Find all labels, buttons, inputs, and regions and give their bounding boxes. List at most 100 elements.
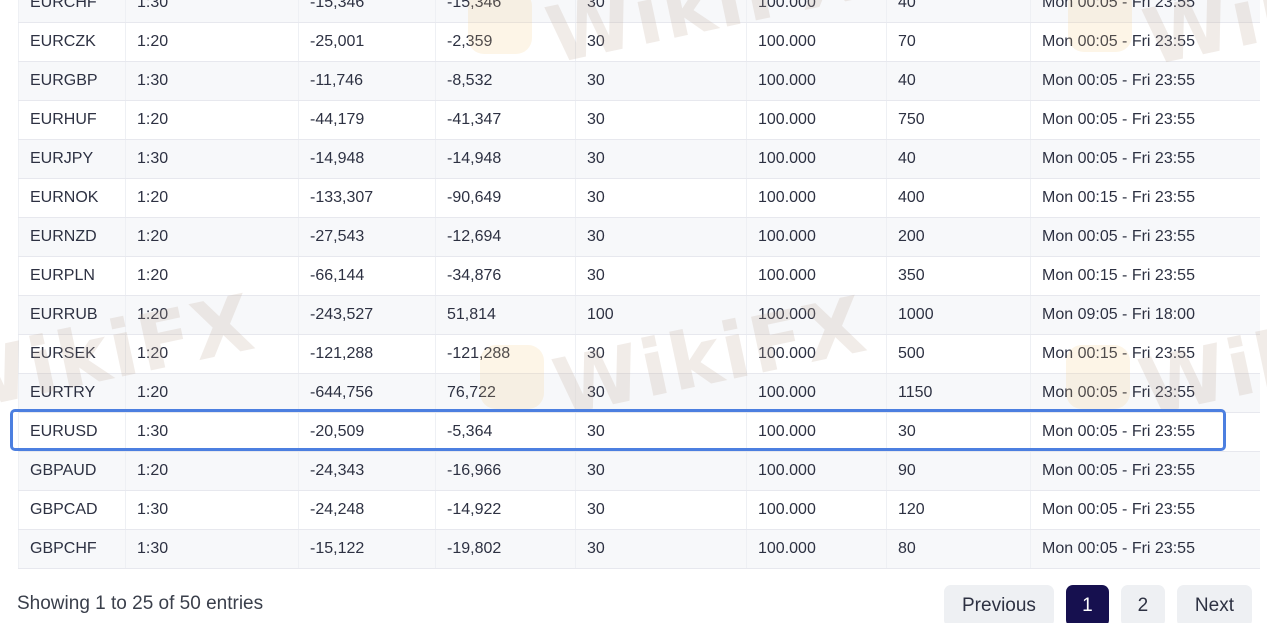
cell-swap-short: -90,649 xyxy=(435,178,576,218)
cell-spread: 1150 xyxy=(886,373,1031,413)
table-row[interactable]: EURHUF 1:20 -44,179 -41,347 30 100.000 750 Mon … xyxy=(18,100,1260,140)
cell-margin: 30 xyxy=(575,61,747,101)
table-row[interactable]: EURUSD 1:30 -20,509 -5,364 30 100.000 30 Mon 00… xyxy=(18,412,1260,452)
cell-margin: 30 xyxy=(575,334,747,374)
cell-hours: Mon 00:05 - Fri 23:55 xyxy=(1030,373,1260,413)
cell-leverage: 1:20 xyxy=(125,451,299,491)
cell-symbol: EURTRY xyxy=(18,373,126,413)
cell-margin: 30 xyxy=(575,217,747,257)
table-row[interactable]: EURGBP 1:30 -11,746 -8,532 30 100.000 40 Mon 00… xyxy=(18,61,1260,101)
table-row[interactable]: EURSEK 1:20 -121,288 -121,288 30 100.000 500 Mo… xyxy=(18,334,1260,374)
page-1-button[interactable]: 1 xyxy=(1065,585,1109,623)
cell-swap-long: -27,543 xyxy=(298,217,436,257)
cell-symbol: EURNOK xyxy=(18,178,126,218)
table-row[interactable]: EURPLN 1:20 -66,144 -34,876 30 100.000 350 Mon … xyxy=(18,256,1260,296)
cell-swap-long: -44,179 xyxy=(298,100,436,140)
cell-symbol: EURJPY xyxy=(18,139,126,179)
cell-swap-long: -24,248 xyxy=(298,490,436,530)
cell-margin: 30 xyxy=(575,373,747,413)
cell-hours: Mon 00:15 - Fri 23:55 xyxy=(1030,256,1260,296)
table-row[interactable]: EURNZD 1:20 -27,543 -12,694 30 100.000 200 Mon … xyxy=(18,217,1260,257)
table-row[interactable]: EURCZK 1:20 -25,001 -2,359 30 100.000 70 Mon 00… xyxy=(18,22,1260,62)
cell-symbol: EURUSD xyxy=(18,412,126,452)
table-row[interactable]: GBPCHF 1:30 -15,122 -19,802 30 100.000 80 Mon 0… xyxy=(18,529,1260,569)
cell-swap-long: -25,001 xyxy=(298,22,436,62)
cell-swap-long: -644,756 xyxy=(298,373,436,413)
cell-margin: 30 xyxy=(575,529,747,569)
cell-swap-short: -5,364 xyxy=(435,412,576,452)
table-row[interactable]: GBPAUD 1:20 -24,343 -16,966 30 100.000 90 Mon 0… xyxy=(18,451,1260,491)
cell-leverage: 1:30 xyxy=(125,412,299,452)
next-page-button[interactable]: Next xyxy=(1176,585,1252,623)
cell-hours: Mon 00:05 - Fri 23:55 xyxy=(1030,217,1260,257)
cell-symbol: GBPCAD xyxy=(18,490,126,530)
cell-swap-short: -34,876 xyxy=(435,256,576,296)
cell-swap-short: -15,346 xyxy=(435,0,576,23)
table-row[interactable]: EURCHF 1:30 -15,346 -15,346 30 100.000 40 Mon 0… xyxy=(18,0,1260,23)
cell-leverage: 1:20 xyxy=(125,373,299,413)
cell-symbol: EURPLN xyxy=(18,256,126,296)
cell-hours: Mon 00:05 - Fri 23:55 xyxy=(1030,100,1260,140)
cell-spread: 350 xyxy=(886,256,1031,296)
cell-spread: 120 xyxy=(886,490,1031,530)
cell-spread: 90 xyxy=(886,451,1031,491)
cell-swap-long: -14,948 xyxy=(298,139,436,179)
cell-margin: 30 xyxy=(575,139,747,179)
cell-hours: Mon 09:05 - Fri 18:00 xyxy=(1030,295,1260,335)
cell-contract: 100.000 xyxy=(746,61,887,101)
cell-margin: 30 xyxy=(575,100,747,140)
cell-symbol: GBPCHF xyxy=(18,529,126,569)
table-row[interactable]: EURTRY 1:20 -644,756 76,722 30 100.000 1150 Mon… xyxy=(18,373,1260,413)
cell-swap-long: -15,122 xyxy=(298,529,436,569)
cell-hours: Mon 00:15 - Fri 23:55 xyxy=(1030,334,1260,374)
cell-contract: 100.000 xyxy=(746,529,887,569)
cell-spread: 500 xyxy=(886,334,1031,374)
cell-contract: 100.000 xyxy=(746,451,887,491)
cell-symbol: EURSEK xyxy=(18,334,126,374)
cell-leverage: 1:30 xyxy=(125,61,299,101)
cell-contract: 100.000 xyxy=(746,0,887,23)
cell-contract: 100.000 xyxy=(746,373,887,413)
cell-hours: Mon 00:05 - Fri 23:55 xyxy=(1030,451,1260,491)
cell-spread: 40 xyxy=(886,61,1031,101)
pagination: Previous 1 2 Next xyxy=(944,585,1252,623)
cell-spread: 400 xyxy=(886,178,1031,218)
cell-contract: 100.000 xyxy=(746,295,887,335)
cell-leverage: 1:30 xyxy=(125,529,299,569)
cell-spread: 1000 xyxy=(886,295,1031,335)
cell-contract: 100.000 xyxy=(746,22,887,62)
table-row[interactable]: EURJPY 1:30 -14,948 -14,948 30 100.000 40 Mon 0… xyxy=(18,139,1260,179)
previous-page-button[interactable]: Previous xyxy=(944,585,1054,623)
cell-swap-long: -66,144 xyxy=(298,256,436,296)
cell-hours: Mon 00:05 - Fri 23:55 xyxy=(1030,490,1260,530)
entries-info: Showing 1 to 25 of 50 entries xyxy=(17,593,264,614)
cell-swap-short: -12,694 xyxy=(435,217,576,257)
cell-spread: 40 xyxy=(886,0,1031,23)
cell-swap-short: -14,922 xyxy=(435,490,576,530)
cell-leverage: 1:20 xyxy=(125,22,299,62)
table-row[interactable]: GBPCAD 1:30 -24,248 -14,922 30 100.000 120 Mon … xyxy=(18,490,1260,530)
cell-leverage: 1:20 xyxy=(125,334,299,374)
cell-margin: 100 xyxy=(575,295,747,335)
cell-leverage: 1:20 xyxy=(125,256,299,296)
cell-hours: Mon 00:15 - Fri 23:55 xyxy=(1030,178,1260,218)
table-row[interactable]: EURNOK 1:20 -133,307 -90,649 30 100.000 400 Mon… xyxy=(18,178,1260,218)
cell-swap-long: -15,346 xyxy=(298,0,436,23)
cell-symbol: EURCZK xyxy=(18,22,126,62)
cell-leverage: 1:30 xyxy=(125,139,299,179)
cell-swap-short: -14,948 xyxy=(435,139,576,179)
cell-spread: 80 xyxy=(886,529,1031,569)
cell-margin: 30 xyxy=(575,490,747,530)
cell-contract: 100.000 xyxy=(746,256,887,296)
cell-symbol: EURGBP xyxy=(18,61,126,101)
cell-hours: Mon 00:05 - Fri 23:55 xyxy=(1030,22,1260,62)
cell-margin: 30 xyxy=(575,22,747,62)
cell-spread: 40 xyxy=(886,139,1031,179)
table-row[interactable]: EURRUB 1:20 -243,527 51,814 100 100.000 1000 Mo… xyxy=(18,295,1260,335)
cell-swap-short: -121,288 xyxy=(435,334,576,374)
page-2-button[interactable]: 2 xyxy=(1120,585,1165,623)
cell-hours: Mon 00:05 - Fri 23:55 xyxy=(1030,0,1260,23)
cell-spread: 70 xyxy=(886,22,1031,62)
cell-spread: 30 xyxy=(886,412,1031,452)
cell-symbol: GBPAUD xyxy=(18,451,126,491)
